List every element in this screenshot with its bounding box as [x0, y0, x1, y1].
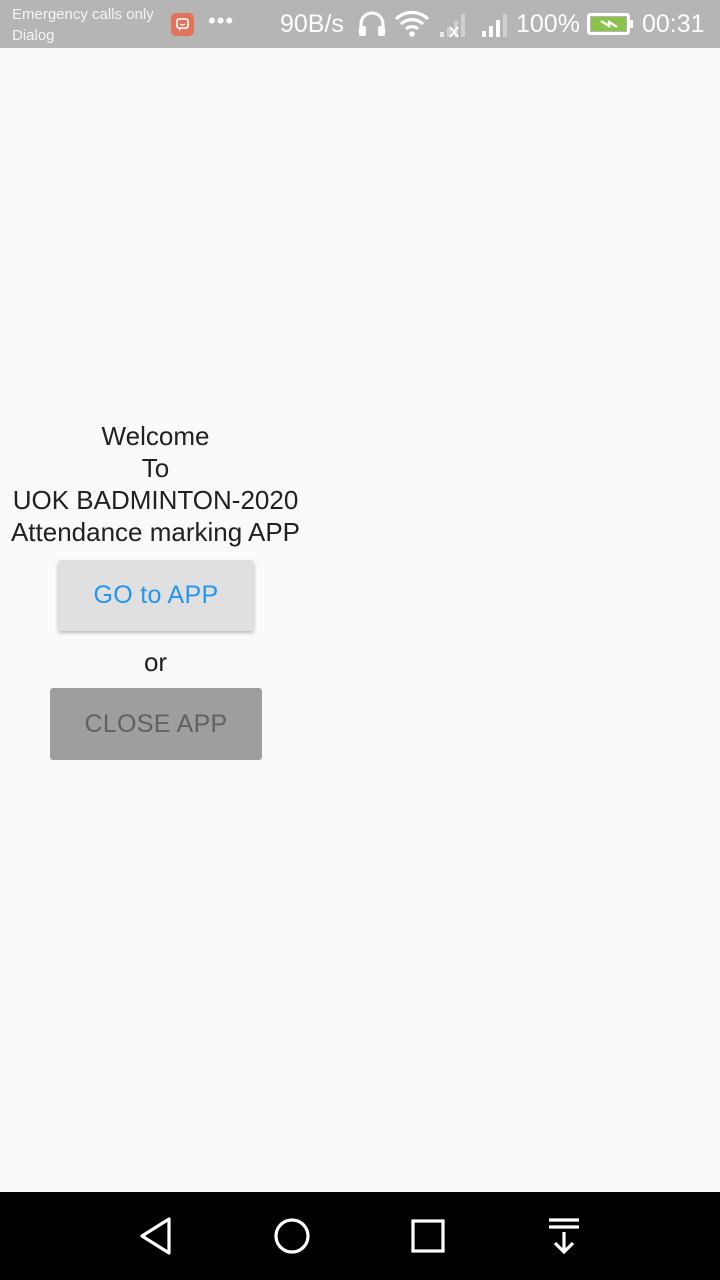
welcome-line-2: To [141, 453, 170, 483]
or-text: or [143, 647, 168, 677]
sim1-no-signal-icon [440, 14, 465, 38]
welcome-line-1: Welcome [101, 421, 210, 451]
more-icon: ••• [208, 8, 235, 33]
battery-charging-icon [587, 13, 633, 35]
sim2-signal-icon [482, 14, 507, 37]
welcome-line-4: Attendance marking APP [10, 517, 301, 547]
navigation-bar [0, 1192, 720, 1280]
close-app-button[interactable]: CLOSE APP [50, 688, 262, 760]
battery-percent: 100% [516, 10, 580, 38]
main-content: Welcome To UOK BADMINTON-2020 Attendance… [0, 48, 720, 1192]
clock: 00:31 [642, 10, 705, 38]
network-speed: 90B/s [280, 10, 344, 38]
home-icon[interactable] [270, 1214, 314, 1258]
recents-icon[interactable] [406, 1214, 450, 1258]
wifi-icon [394, 11, 430, 37]
headphones-icon [359, 11, 385, 36]
carrier-line-1: Emergency calls only [12, 6, 154, 23]
go-to-app-button[interactable]: GO to APP [58, 560, 254, 631]
notification-drawer-icon[interactable] [542, 1214, 586, 1258]
carrier-text: Emergency calls only Dialog [12, 4, 154, 46]
back-icon[interactable] [134, 1214, 178, 1258]
welcome-line-3: UOK BADMINTON-2020 [12, 485, 299, 515]
welcome-text: Welcome To UOK BADMINTON-2020 Attendance… [0, 420, 311, 548]
carrier-line-2: Dialog [12, 27, 55, 44]
status-bar: Emergency calls only Dialog ••• 90B/s 10… [0, 0, 720, 48]
notification-app-icon [171, 13, 194, 36]
